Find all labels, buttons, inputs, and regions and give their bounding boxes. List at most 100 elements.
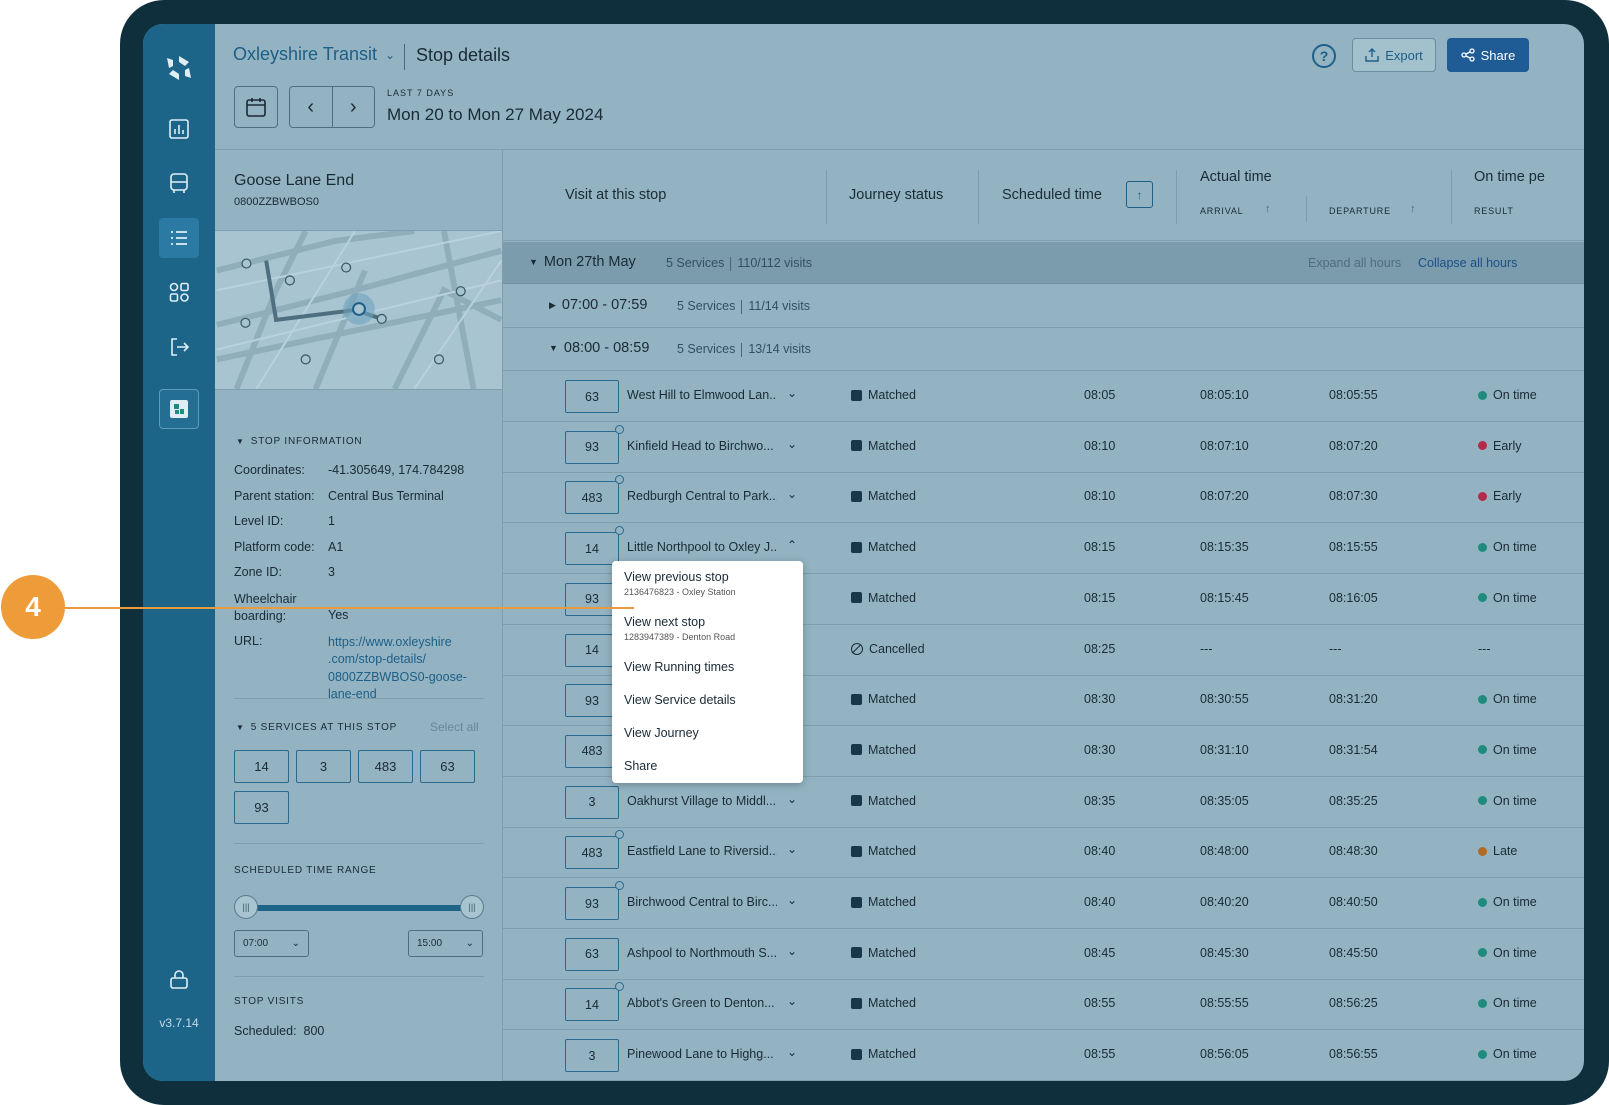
collapse-all-link[interactable]: Collapse all hours [1418, 256, 1517, 270]
bus-icon[interactable] [159, 163, 199, 203]
sort-arrow-icon[interactable]: ↑ [1265, 203, 1271, 215]
service-chip[interactable]: 63 [420, 750, 475, 783]
col-divider [978, 170, 979, 224]
time-range-heading: SCHEDULED TIME RANGE [234, 865, 377, 876]
menu-item-running-times[interactable]: View Running times [624, 660, 734, 674]
slider-handle-start[interactable]: ||| [234, 895, 258, 919]
export-button[interactable]: Export [1352, 38, 1436, 72]
table-row[interactable]: 14 Abbot's Green to Denton... ⌄ Matched 08:5… [503, 979, 1584, 1031]
result-dot [1478, 948, 1487, 958]
share-button[interactable]: Share [1447, 38, 1529, 72]
slider-handle-end[interactable]: ||| [460, 895, 484, 919]
col-actual: Actual time [1200, 169, 1272, 185]
chevron-down-icon[interactable]: ⌄ [787, 842, 797, 856]
chevron-down-icon[interactable]: ⌄ [787, 386, 797, 400]
stop-info-heading[interactable]: ▼ STOP INFORMATION [236, 436, 362, 447]
apps-icon[interactable] [159, 272, 199, 312]
time-from-select[interactable]: 07:00 ⌄ [234, 930, 309, 957]
expand-all-link[interactable]: Expand all hours [1308, 256, 1401, 270]
result-dot [1478, 796, 1487, 806]
route-badge[interactable]: 483 [565, 836, 619, 870]
menu-item-service-details[interactable]: View Service details [624, 693, 736, 707]
route-badge[interactable]: 3 [565, 1039, 619, 1073]
table-row[interactable]: 93 Birchwood Central to Birc... ⌄ Matched 08… [503, 878, 1584, 929]
table-row[interactable]: 483 Redburgh Central to Park... ⌄ Matched 08… [503, 472, 1584, 524]
chevron-left-icon[interactable]: ‹ [290, 87, 333, 127]
on-time-result: On time [1478, 540, 1537, 554]
time-range-slider[interactable] [245, 905, 473, 911]
route-badge[interactable]: 483 [565, 734, 619, 768]
table-row[interactable]: 3 Oakhurst Village to Middl... ⌄ Matched 08:… [503, 777, 1584, 828]
on-time-result: On time [1478, 692, 1537, 706]
col-divider [1176, 170, 1177, 224]
chevron-down-icon[interactable]: ⌄ [787, 487, 797, 501]
time-to-select[interactable]: 15:00 ⌄ [408, 930, 483, 957]
hour-label: 07:00 - 07:59 [561, 297, 648, 313]
service-chip[interactable]: 93 [234, 791, 289, 824]
stop-map[interactable] [215, 230, 503, 390]
chevron-right-icon[interactable]: › [333, 87, 375, 127]
route-badge[interactable]: 93 [565, 887, 619, 920]
chevron-down-icon: ⌄ [465, 938, 474, 949]
chevron-down-icon[interactable]: ⌄ [787, 893, 797, 907]
help-icon[interactable]: ? [1312, 44, 1336, 68]
chevron-down-icon[interactable]: ⌄ [787, 1045, 797, 1059]
clock-icon [615, 424, 624, 434]
scheduled-time: 08:25 [1084, 641, 1116, 656]
sort-asc-icon[interactable]: ↑ [1126, 181, 1153, 208]
route-badge[interactable]: 63 [565, 380, 619, 413]
hour-group-row[interactable]: ▼ 08:00 - 08:59 5 Services 13/14 visits [503, 328, 1584, 371]
route-badge[interactable]: 93 [565, 430, 619, 464]
result-dot [1478, 694, 1487, 704]
stop-info-list: Coordinates: -41.305649, 174.784298 Paren… [234, 463, 478, 714]
service-chip[interactable]: 3 [296, 750, 351, 783]
table-row[interactable]: 63 West Hill to Elmwood Lan... ⌄ Matched 08:… [503, 371, 1584, 422]
on-time-result: Early [1478, 439, 1521, 453]
logout-icon[interactable] [159, 327, 199, 367]
route-badge[interactable]: 93 [565, 582, 619, 616]
service-chip[interactable]: 483 [358, 750, 413, 783]
stop-url-link[interactable]: https://www.oxleyshire .com/stop-details… [328, 634, 478, 704]
table-row[interactable]: 93 Kinfield Head to Birchwo... ⌄ Matched 08:… [503, 422, 1584, 473]
info-value: Yes [328, 607, 349, 622]
route-badge[interactable]: 14 [565, 633, 619, 667]
route-badge[interactable]: 14 [565, 532, 619, 566]
table-row[interactable]: 3 Pinewood Lane to Highg... ⌄ Matched 08:55 0… [503, 1030, 1584, 1081]
chevron-down-icon[interactable]: ⌄ [787, 792, 797, 806]
time-range-title: SCHEDULED TIME RANGE [234, 865, 377, 876]
status-label: Matched [868, 945, 916, 960]
hour-visits: 13/14 visits [748, 342, 811, 356]
result-label: Early [1493, 438, 1522, 453]
chart-icon[interactable] [159, 109, 199, 149]
chevron-up-icon[interactable]: ⌃ [787, 538, 797, 552]
on-time-result: On time [1478, 946, 1537, 960]
menu-item-share[interactable]: Share [624, 759, 657, 773]
route-badge[interactable]: 483 [565, 481, 619, 515]
menu-item-next-stop[interactable]: View next stop 1283947389 - Denton Road [624, 615, 735, 642]
lock-icon[interactable] [159, 959, 199, 999]
calendar-button[interactable] [234, 86, 278, 128]
table-row[interactable]: 483 Eastfield Lane to Riversid... ⌄ Matched… [503, 827, 1584, 879]
menu-item-previous-stop[interactable]: View previous stop 2136476823 - Oxley St… [624, 570, 736, 597]
route-badge[interactable]: 14 [565, 988, 619, 1022]
menu-item-journey[interactable]: View Journey [624, 726, 699, 740]
logo-icon[interactable] [165, 54, 193, 82]
sort-arrow-icon[interactable]: ↑ [1410, 203, 1416, 215]
hour-group-row[interactable]: ▶ 07:00 - 07:59 5 Services 11/14 visits [503, 285, 1584, 328]
chevron-down-icon[interactable]: ⌄ [787, 994, 797, 1008]
chevron-down-icon[interactable]: ⌄ [787, 437, 797, 451]
route-badge[interactable]: 63 [565, 937, 619, 971]
select-all-link[interactable]: Select all [430, 720, 479, 734]
list-icon[interactable] [159, 218, 199, 258]
table-row[interactable]: 63 Ashpool to Northmouth S... ⌄ Matched 08:4… [503, 929, 1584, 980]
app-badge-icon[interactable] [159, 389, 199, 429]
route-badge[interactable]: 3 [565, 785, 619, 819]
chevron-down-icon[interactable]: ⌄ [787, 944, 797, 958]
org-selector[interactable]: Oxleyshire Transit ⌄ [233, 44, 395, 65]
on-time-result: On time [1478, 743, 1537, 757]
services-heading[interactable]: ▼ 5 SERVICES AT THIS STOP [236, 722, 397, 733]
route-description: Birchwood Central to Birc... [627, 895, 777, 909]
route-badge[interactable]: 93 [565, 684, 619, 718]
caret-down-icon: ▼ [236, 723, 245, 732]
service-chip[interactable]: 14 [234, 750, 289, 783]
